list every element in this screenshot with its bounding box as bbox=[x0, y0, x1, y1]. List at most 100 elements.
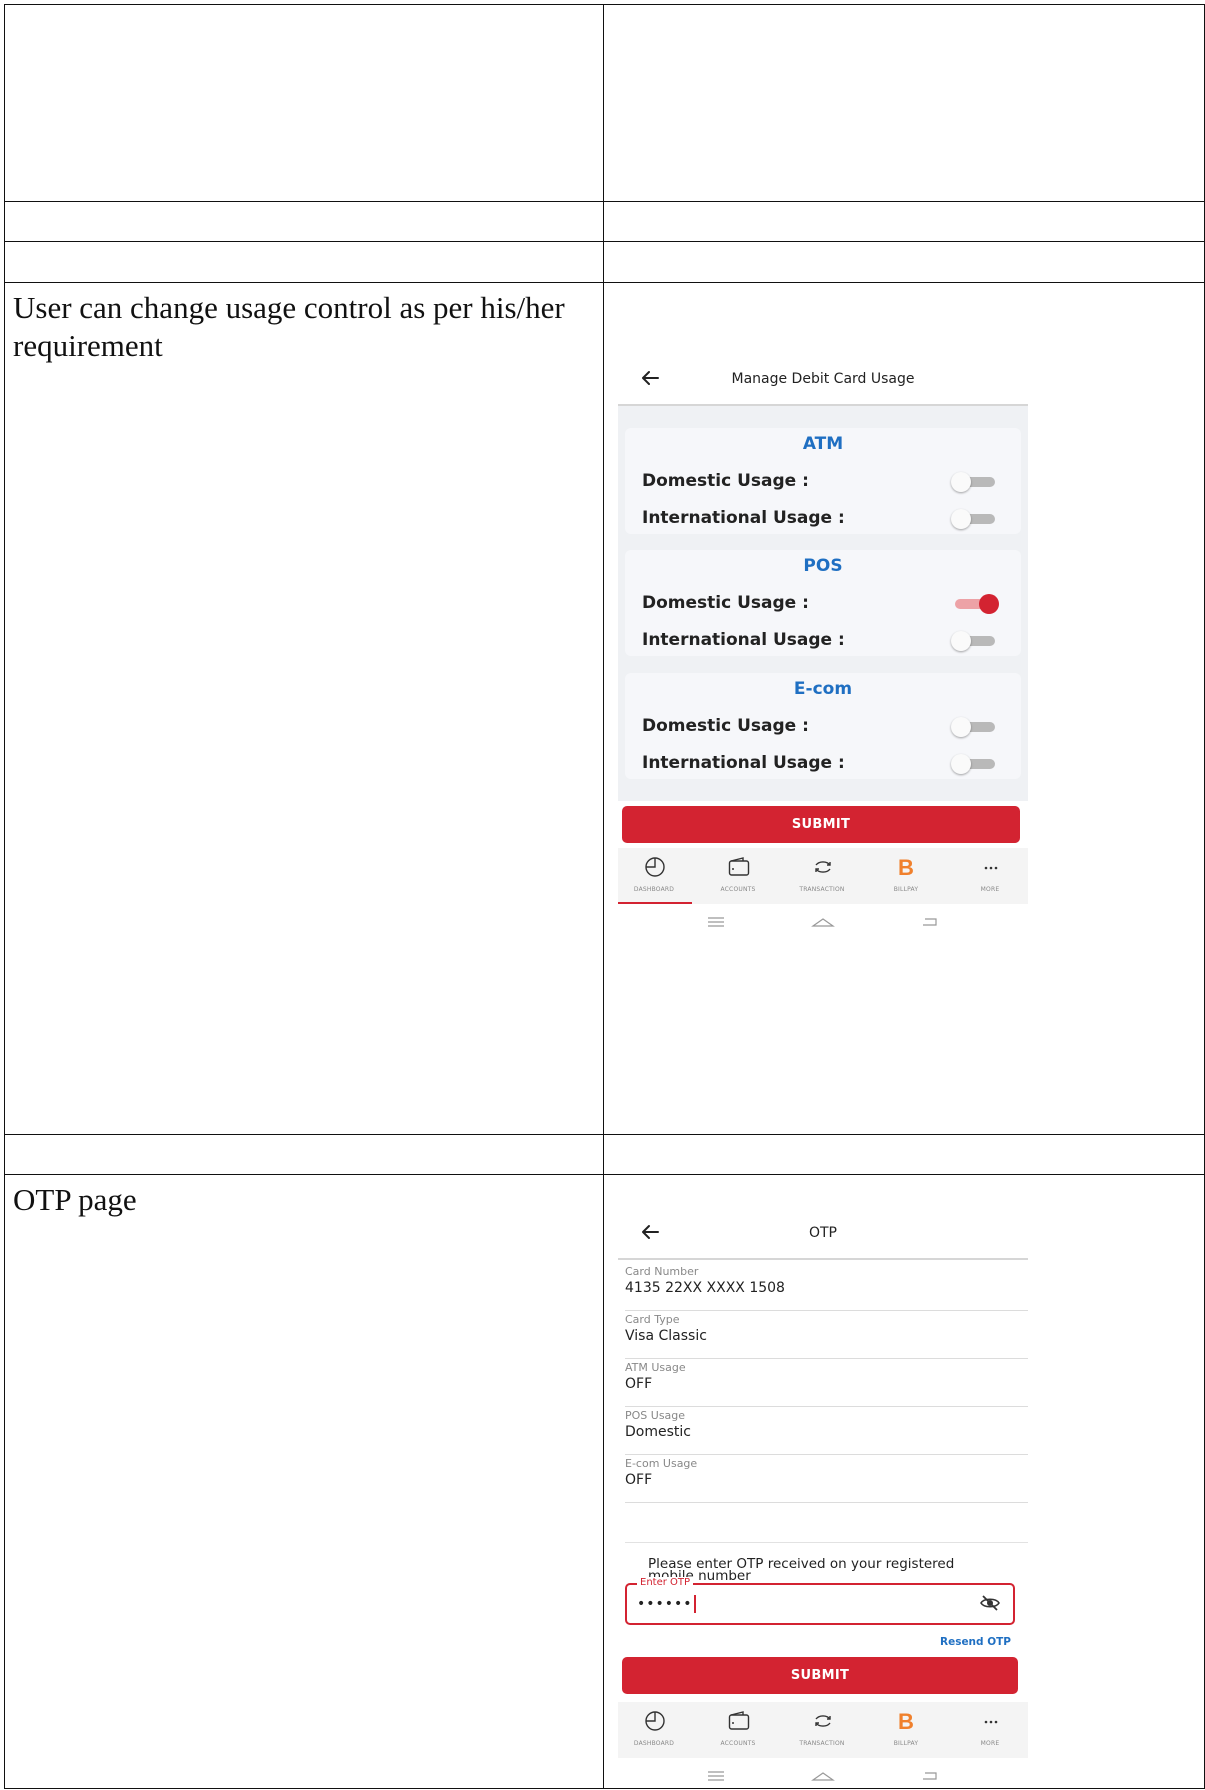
table-cell bbox=[603, 241, 1205, 283]
ecom-usage-field: E-com Usage OFF bbox=[625, 1454, 1028, 1503]
home-icon[interactable] bbox=[811, 1768, 835, 1784]
submit-button[interactable]: SUBMIT bbox=[622, 1657, 1018, 1694]
top-bar: OTP bbox=[618, 1208, 1028, 1260]
atm-international-toggle[interactable] bbox=[951, 509, 999, 529]
wallet-icon bbox=[728, 1711, 750, 1730]
manage-usage-screen: Manage Debit Card Usage ATM Domestic Usa… bbox=[618, 354, 1028, 954]
usage-control-description: User can change usage control as per his… bbox=[13, 290, 565, 363]
nav-label: BILLPAY bbox=[893, 886, 919, 893]
nav-accounts[interactable]: ACCOUNTS bbox=[702, 848, 774, 904]
field-value: Domestic bbox=[625, 1424, 691, 1440]
field-label: ATM Usage bbox=[625, 1361, 686, 1374]
text-caret bbox=[693, 1595, 696, 1613]
nav-dashboard[interactable]: DASHBOARD bbox=[618, 1702, 690, 1758]
bottom-nav: DASHBOARD ACCOUNTS TRANSACTION B BILLPAY… bbox=[618, 848, 1028, 904]
row-text bbox=[5, 202, 603, 214]
nav-label: ACCOUNTS bbox=[720, 886, 756, 893]
usage-label: International Usage : bbox=[642, 753, 845, 773]
dashboard-icon bbox=[645, 857, 665, 877]
pos-international-row: International Usage : bbox=[642, 627, 999, 653]
more-icon bbox=[984, 1720, 998, 1724]
menu-icon[interactable] bbox=[706, 1768, 726, 1784]
usage-label: Domestic Usage : bbox=[642, 593, 809, 613]
screen-title: OTP bbox=[808, 1225, 837, 1241]
nav-billpay[interactable]: B BILLPAY bbox=[870, 1702, 942, 1758]
table-cell bbox=[4, 241, 604, 283]
svg-text:B: B bbox=[898, 856, 914, 878]
otp-masked-value: •••••• bbox=[637, 1596, 693, 1612]
divider bbox=[625, 1542, 1028, 1543]
pos-usage-field: POS Usage Domestic bbox=[625, 1406, 1028, 1455]
back-nav-icon[interactable] bbox=[920, 1768, 940, 1784]
pos-section: POS Domestic Usage : International Usage… bbox=[625, 550, 1021, 656]
nav-dashboard[interactable]: DASHBOARD bbox=[618, 848, 692, 904]
atm-section: ATM Domestic Usage : International Usage… bbox=[625, 428, 1021, 534]
otp-input-label: Enter OTP bbox=[637, 1577, 694, 1588]
table-cell bbox=[603, 201, 1205, 242]
field-label: POS Usage bbox=[625, 1409, 686, 1422]
ecom-domestic-row: Domestic Usage : bbox=[642, 713, 999, 739]
nav-more[interactable]: MORE bbox=[954, 1702, 1026, 1758]
table-cell bbox=[4, 201, 604, 242]
field-label: Card Number bbox=[625, 1265, 699, 1278]
field-value: OFF bbox=[625, 1376, 653, 1392]
otp-input[interactable]: Enter OTP •••••• bbox=[625, 1577, 1015, 1625]
back-nav-icon[interactable] bbox=[920, 914, 940, 930]
eye-off-icon[interactable] bbox=[979, 1594, 1001, 1612]
row-text bbox=[5, 5, 603, 17]
nav-label: ACCOUNTS bbox=[720, 1740, 756, 1747]
transaction-icon bbox=[815, 861, 831, 873]
nav-label: MORE bbox=[980, 886, 1000, 893]
active-tab-indicator bbox=[618, 902, 692, 904]
section-title: E-com bbox=[793, 679, 853, 699]
atm-domestic-toggle[interactable] bbox=[951, 472, 999, 492]
usage-label: Domestic Usage : bbox=[642, 471, 809, 491]
nav-label: MORE bbox=[980, 1740, 1000, 1747]
table-cell bbox=[4, 1134, 604, 1175]
billpay-icon: B bbox=[898, 856, 914, 878]
otp-instruction: Please enter OTP received on your regist… bbox=[648, 1557, 954, 1583]
usage-settings-panel: ATM Domestic Usage : International Usage… bbox=[618, 406, 1028, 801]
system-nav-bar bbox=[618, 912, 1028, 936]
ecom-section: E-com Domestic Usage : International Usa… bbox=[625, 673, 1021, 779]
pos-domestic-row: Domestic Usage : bbox=[642, 590, 999, 616]
table-cell bbox=[603, 1134, 1205, 1175]
nav-more[interactable]: MORE bbox=[954, 848, 1026, 904]
ecom-international-toggle[interactable] bbox=[951, 754, 999, 774]
resend-otp-link[interactable]: Resend OTP bbox=[940, 1636, 1011, 1648]
section-title: ATM bbox=[802, 434, 844, 454]
field-value: OFF bbox=[625, 1472, 653, 1488]
home-icon[interactable] bbox=[811, 914, 835, 930]
more-icon bbox=[984, 866, 998, 870]
row-text bbox=[5, 242, 603, 254]
otp-screen: OTP Card Number 4135 22XX XXXX 1508 Card… bbox=[618, 1208, 1028, 1786]
menu-icon[interactable] bbox=[706, 914, 726, 930]
nav-transaction[interactable]: TRANSACTION bbox=[786, 1702, 858, 1758]
nav-label: DASHBOARD bbox=[633, 1740, 675, 1747]
card-number-field: Card Number 4135 22XX XXXX 1508 bbox=[625, 1262, 1028, 1311]
pos-domestic-toggle[interactable] bbox=[951, 594, 999, 614]
nav-billpay[interactable]: B BILLPAY bbox=[870, 848, 942, 904]
otp-page-description: OTP page bbox=[13, 1182, 137, 1217]
system-nav-bar bbox=[618, 1766, 1028, 1790]
card-type-field: Card Type Visa Classic bbox=[625, 1310, 1028, 1359]
pos-international-toggle[interactable] bbox=[951, 631, 999, 651]
ecom-domestic-toggle[interactable] bbox=[951, 717, 999, 737]
field-value: 4135 22XX XXXX 1508 bbox=[625, 1280, 785, 1296]
submit-button[interactable]: SUBMIT bbox=[622, 806, 1020, 843]
field-value: Visa Classic bbox=[625, 1328, 707, 1344]
top-bar: Manage Debit Card Usage bbox=[618, 354, 1028, 406]
table-cell bbox=[4, 4, 604, 202]
section-title: POS bbox=[803, 556, 843, 576]
nav-transaction[interactable]: TRANSACTION bbox=[786, 848, 858, 904]
nav-accounts[interactable]: ACCOUNTS bbox=[702, 1702, 774, 1758]
bottom-nav: DASHBOARD ACCOUNTS TRANSACTION B BILLPAY… bbox=[618, 1702, 1028, 1758]
nav-label: BILLPAY bbox=[893, 1740, 919, 1747]
billpay-icon: B bbox=[898, 1710, 914, 1732]
screen-title: Manage Debit Card Usage bbox=[731, 371, 915, 387]
field-label: Card Type bbox=[625, 1313, 680, 1326]
nav-label: TRANSACTION bbox=[799, 886, 845, 893]
atm-usage-field: ATM Usage OFF bbox=[625, 1358, 1028, 1407]
nav-label: DASHBOARD bbox=[633, 886, 675, 893]
usage-label: International Usage : bbox=[642, 630, 845, 650]
